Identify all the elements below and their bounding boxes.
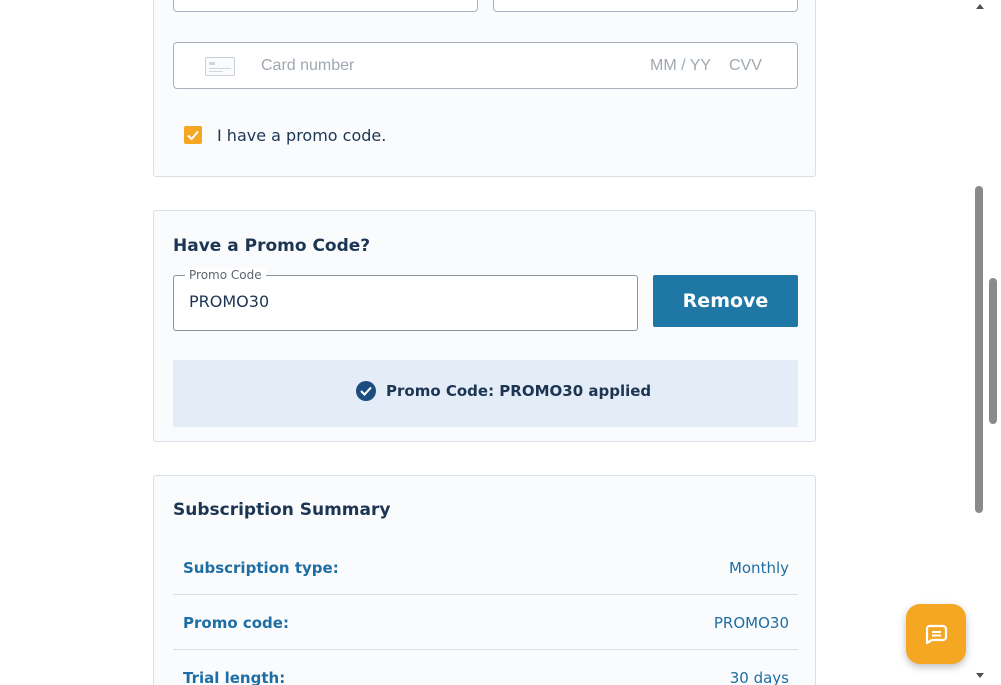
check-circle-icon [356,381,376,401]
summary-row: Trial length: 30 days [173,650,798,685]
expiry-placeholder[interactable]: MM / YY [650,57,711,75]
promo-code-checkbox[interactable] [184,126,202,144]
chat-button[interactable] [906,604,966,664]
scrollbar-thumb[interactable] [975,186,983,513]
summary-row-label: Promo code: [183,614,289,632]
promo-code-value[interactable]: PROMO30 [189,292,269,311]
promo-code-input[interactable]: Promo Code PROMO30 [173,268,638,331]
name-field[interactable] [173,0,478,12]
scrollbar[interactable] [972,0,1001,685]
promo-section: Have a Promo Code? Promo Code PROMO30 Re… [153,210,816,442]
card-number-input[interactable]: Card number MM / YY CVV [173,42,798,89]
promo-code-label: Promo Code [185,268,266,282]
promo-applied-message: Promo Code: PROMO30 applied [386,382,652,400]
promo-applied-banner: Promo Code: PROMO30 applied [173,360,798,427]
email-field[interactable] [493,0,798,12]
scroll-up-arrow-icon[interactable] [976,4,984,9]
summary-row-value: Monthly [728,559,789,577]
inner-scrollbar-thumb[interactable] [989,278,997,424]
cvv-placeholder[interactable]: CVV [729,57,762,75]
remove-promo-button[interactable]: Remove [653,275,798,327]
credit-card-icon [205,57,235,76]
summary-row: Promo code: PROMO30 [173,595,798,650]
card-number-placeholder: Card number [261,57,355,74]
summary-row-value: PROMO30 [713,614,789,632]
checkout-page: Card number MM / YY CVV I have a promo c… [0,0,1001,685]
subscription-summary: Subscription Summary Subscription type: … [153,475,816,685]
check-icon [187,130,199,141]
scroll-down-arrow-icon[interactable] [976,673,984,678]
promo-code-checkbox-label[interactable]: I have a promo code. [217,126,386,145]
summary-row: Subscription type: Monthly [173,540,798,595]
summary-row-label: Subscription type: [183,559,339,577]
payment-section: Card number MM / YY CVV I have a promo c… [153,0,816,177]
chat-icon [925,624,948,644]
summary-row-value: 30 days [729,669,789,685]
summary-title: Subscription Summary [173,500,391,520]
promo-section-title: Have a Promo Code? [173,236,371,256]
summary-row-label: Trial length: [183,669,286,685]
